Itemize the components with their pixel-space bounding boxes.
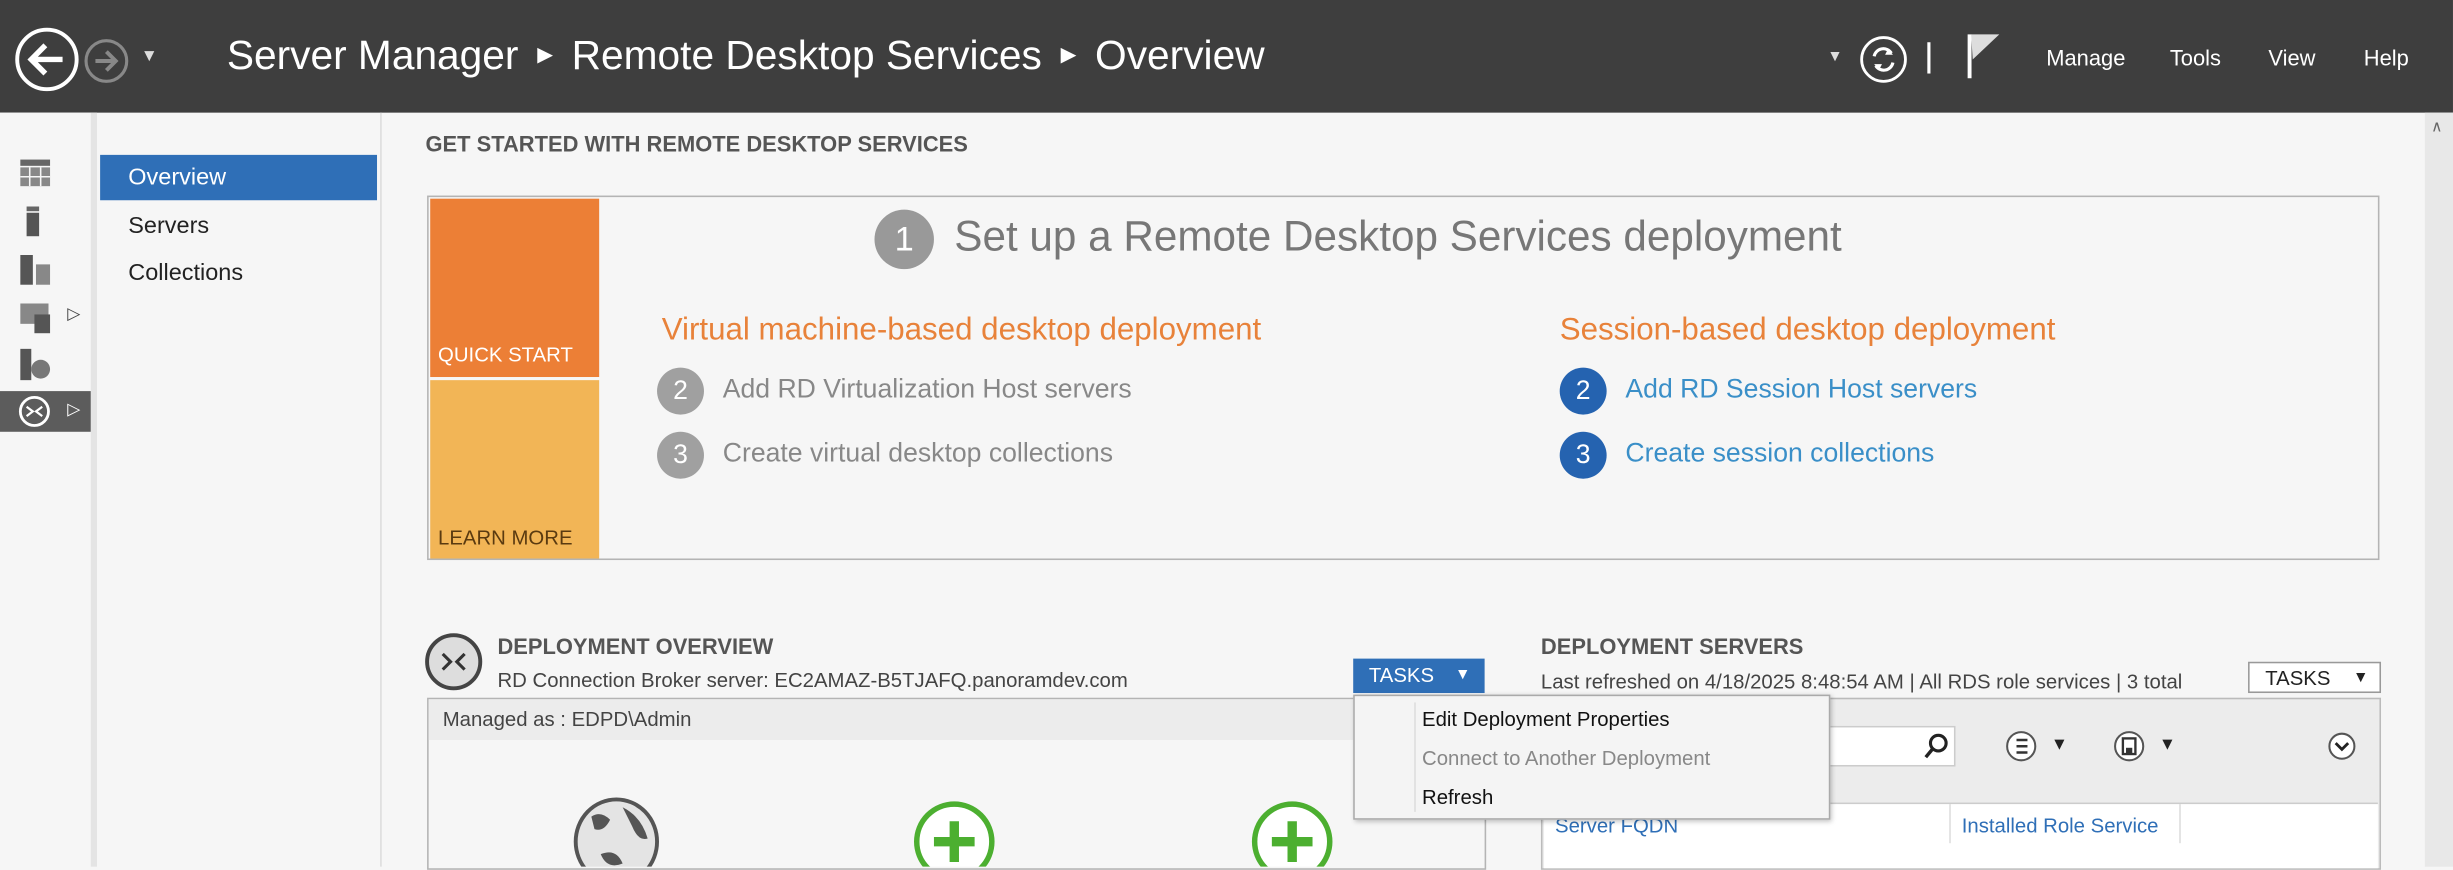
learn-more-tile[interactable]: LEARN MORE xyxy=(430,380,600,559)
nav-item-overview[interactable]: Overview xyxy=(100,154,378,201)
history-dropdown-icon[interactable]: ▼ xyxy=(141,47,158,66)
create-virtual-desktop-collections-link: Create virtual desktop collections xyxy=(722,438,1114,468)
remote-desktop-icon[interactable] xyxy=(17,394,51,428)
nav-panel: Overview Servers Collections xyxy=(97,112,382,867)
forward-button[interactable] xyxy=(83,38,130,85)
dropdown-icon[interactable]: ▼ xyxy=(1827,48,1842,65)
session-deployment-title: Session-based desktop deployment xyxy=(1559,312,2056,348)
menu-manage[interactable]: Manage xyxy=(2046,45,2125,70)
chevron-down-icon[interactable]: ▼ xyxy=(2159,735,2176,754)
column-divider xyxy=(2179,804,2181,844)
breadcrumb-separator-icon: ▶ xyxy=(537,42,553,66)
local-server-icon[interactable] xyxy=(25,205,44,239)
deployment-overview-tasks-button[interactable]: TASKS ▼ xyxy=(1353,658,1485,694)
chevron-down-icon[interactable]: ▼ xyxy=(2051,735,2068,754)
globe-icon[interactable] xyxy=(569,795,663,867)
add-server-plus-icon[interactable] xyxy=(910,798,998,867)
section-heading: GET STARTED WITH REMOTE DESKTOP SERVICES xyxy=(425,131,968,157)
step-number-badge: 2 xyxy=(657,367,704,415)
column-divider xyxy=(1949,804,1951,844)
tasks-label: TASKS xyxy=(1368,663,1435,687)
all-servers-icon[interactable] xyxy=(19,253,53,287)
expand-collapse-icon[interactable] xyxy=(2326,731,2357,762)
menu-tools[interactable]: Tools xyxy=(2170,45,2221,70)
add-rd-session-host-link[interactable]: Add RD Session Host servers xyxy=(1625,374,1977,405)
column-header-installed-role-service[interactable]: Installed Role Service xyxy=(1962,813,2159,836)
step1-title: Set up a Remote Desktop Services deploym… xyxy=(954,212,1842,260)
managed-as-label: Managed as : EDPD\Admin xyxy=(428,699,1485,740)
search-icon[interactable] xyxy=(1923,732,1951,760)
chevron-down-icon: ▼ xyxy=(1455,666,1471,684)
expand-arrow-icon[interactable]: ▷ xyxy=(67,303,80,324)
menu-gutter-divider xyxy=(1414,702,1416,812)
list-view-icon[interactable] xyxy=(2004,729,2038,763)
expand-arrow-icon[interactable]: ▷ xyxy=(67,399,80,419)
create-session-collections-link[interactable]: Create session collections xyxy=(1625,438,1934,469)
separator xyxy=(1927,42,1931,74)
vertical-scrollbar[interactable] xyxy=(2424,112,2453,867)
dashboard-icon[interactable] xyxy=(19,158,53,189)
deployment-overview-title: DEPLOYMENT OVERVIEW xyxy=(497,633,774,659)
menu-view[interactable]: View xyxy=(2268,45,2315,70)
nav-item-collections[interactable]: Collections xyxy=(100,250,377,295)
menu-item-refresh[interactable]: Refresh xyxy=(1422,785,1493,808)
connection-broker-label: RD Connection Broker server: EC2AMAZ-B5T… xyxy=(497,667,1128,692)
file-storage-icon[interactable] xyxy=(19,300,53,334)
quick-start-label: QUICK START xyxy=(438,342,573,367)
tasks-dropdown-menu: Edit Deployment Properties Connect to An… xyxy=(1353,694,1831,820)
menu-help[interactable]: Help xyxy=(2364,45,2409,70)
step-number-badge: 2 xyxy=(1559,367,1607,415)
tasks-label: TASKS xyxy=(2265,666,2331,690)
iis-icon[interactable] xyxy=(19,347,53,381)
menu-item-edit-deployment-properties[interactable]: Edit Deployment Properties xyxy=(1422,707,1670,730)
refresh-icon[interactable] xyxy=(1859,34,1909,84)
add-rd-virtualization-host-link: Add RD Virtualization Host servers xyxy=(722,373,1132,404)
last-refreshed-label: Last refreshed on 4/18/2025 8:48:54 AM |… xyxy=(1540,669,2183,694)
breadcrumb-separator-icon: ▶ xyxy=(1060,42,1077,66)
breadcrumb-item[interactable]: Remote Desktop Services xyxy=(572,31,1042,78)
step-number-badge: 1 xyxy=(874,209,934,270)
step-number-badge: 3 xyxy=(1559,431,1607,479)
icon-rail xyxy=(0,112,97,867)
breadcrumb-item[interactable]: Server Manager xyxy=(227,31,519,78)
save-query-icon[interactable] xyxy=(2112,729,2146,763)
menu-item-connect-to-another-deployment: Connect to Another Deployment xyxy=(1422,746,1711,770)
chevron-down-icon: ▼ xyxy=(2353,669,2369,687)
breadcrumb-item[interactable]: Overview xyxy=(1095,31,1265,78)
notifications-flag-icon[interactable] xyxy=(1965,31,2006,81)
quick-start-tile[interactable]: QUICK START xyxy=(430,198,600,378)
deployment-servers-tasks-button[interactable]: TASKS ▼ xyxy=(2248,661,2382,694)
vm-deployment-title: Virtual machine-based desktop deployment xyxy=(661,312,1262,348)
remote-desktop-icon xyxy=(425,633,483,691)
breadcrumb: Server Manager ▶ Remote Desktop Services ▶ O… xyxy=(227,31,1265,79)
add-server-plus-icon[interactable] xyxy=(1248,798,1336,867)
learn-more-label: LEARN MORE xyxy=(438,525,573,550)
nav-item-servers[interactable]: Servers xyxy=(100,203,377,248)
scroll-up-icon[interactable]: ∧ xyxy=(2431,119,2442,136)
step-number-badge: 3 xyxy=(657,431,704,479)
deployment-servers-title: DEPLOYMENT SERVERS xyxy=(1540,633,1804,659)
